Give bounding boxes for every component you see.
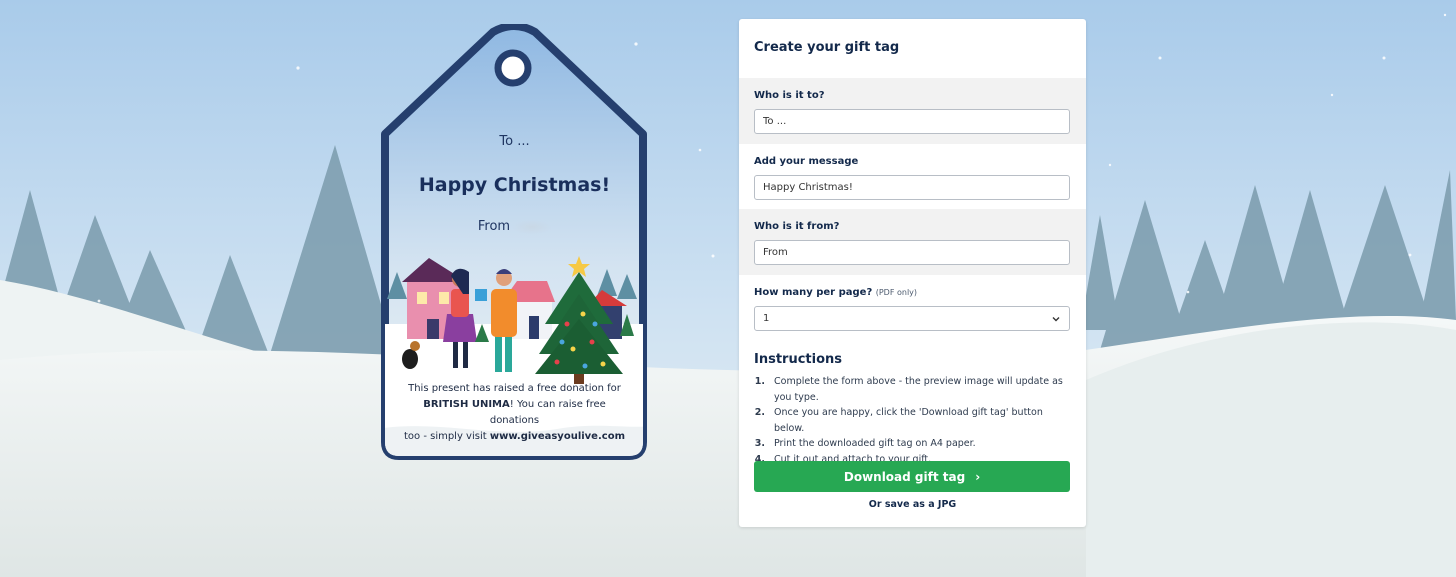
tag-from-line: From xyxy=(377,219,652,234)
note-line-3: too - simply visit xyxy=(403,431,490,442)
from-label: Who is it from? xyxy=(754,221,840,232)
per-page-label: How many per page? xyxy=(754,287,873,298)
blurred-name xyxy=(513,219,552,234)
per-page-field-group: How many per page? (PDF only) 1 xyxy=(739,275,1086,341)
note-charity: BRITISH UNIMA xyxy=(423,399,510,410)
note-site: www.giveasyoulive.com xyxy=(489,431,625,442)
save-as-jpg-link[interactable]: Or save as a JPG xyxy=(739,499,1086,510)
panel-title: Create your gift tag xyxy=(754,40,900,55)
to-field-group: Who is it to? xyxy=(739,78,1086,144)
tag-from-text: From xyxy=(477,219,511,234)
from-input[interactable] xyxy=(754,240,1070,265)
gift-tag-preview: To ... Happy Christmas! From This presen… xyxy=(377,24,652,462)
step-text: Print the downloaded gift tag on A4 pape… xyxy=(774,438,976,449)
message-field-group: Add your message xyxy=(739,144,1086,210)
tag-donation-note: This present has raised a free donation … xyxy=(399,381,630,445)
instructions-list: 1. Complete the form above - the preview … xyxy=(754,374,1074,467)
gift-tag-form-panel: Create your gift tag Who is it to? Add y… xyxy=(739,19,1086,527)
winter-background xyxy=(0,0,1456,577)
instruction-step: 2. Once you are happy, click the 'Downloa… xyxy=(754,405,1074,436)
chevron-right-icon: › xyxy=(975,469,981,484)
instruction-step: 3. Print the downloaded gift tag on A4 pa… xyxy=(754,436,1074,452)
per-page-label-wrap: How many per page? (PDF only) xyxy=(754,287,1071,298)
step-number: 3. xyxy=(754,438,765,449)
step-text: Complete the form above - the preview im… xyxy=(774,376,1063,403)
message-input[interactable] xyxy=(754,175,1070,200)
message-label: Add your message xyxy=(754,156,859,167)
to-input[interactable] xyxy=(754,109,1070,134)
per-page-value: 1 xyxy=(763,313,770,324)
download-label: Download gift tag xyxy=(843,469,966,484)
tag-to-text: To ... xyxy=(499,134,530,149)
per-page-select[interactable]: 1 xyxy=(754,306,1070,331)
tag-message-text: Happy Christmas! xyxy=(418,174,611,196)
per-page-hint: (PDF only) xyxy=(875,288,918,297)
instructions-title: Instructions xyxy=(754,352,843,367)
to-label: Who is it to? xyxy=(754,90,825,101)
instruction-step: 1. Complete the form above - the preview … xyxy=(754,374,1074,405)
chevron-down-icon xyxy=(1052,316,1060,321)
step-text: Once you are happy, click the 'Download … xyxy=(774,407,1043,434)
step-number: 2. xyxy=(754,407,765,418)
note-line-1: This present has raised a free donation … xyxy=(408,383,621,394)
from-field-group: Who is it from? xyxy=(739,209,1086,275)
step-number: 1. xyxy=(754,376,765,387)
download-gift-tag-button[interactable]: Download gift tag › xyxy=(754,461,1070,492)
